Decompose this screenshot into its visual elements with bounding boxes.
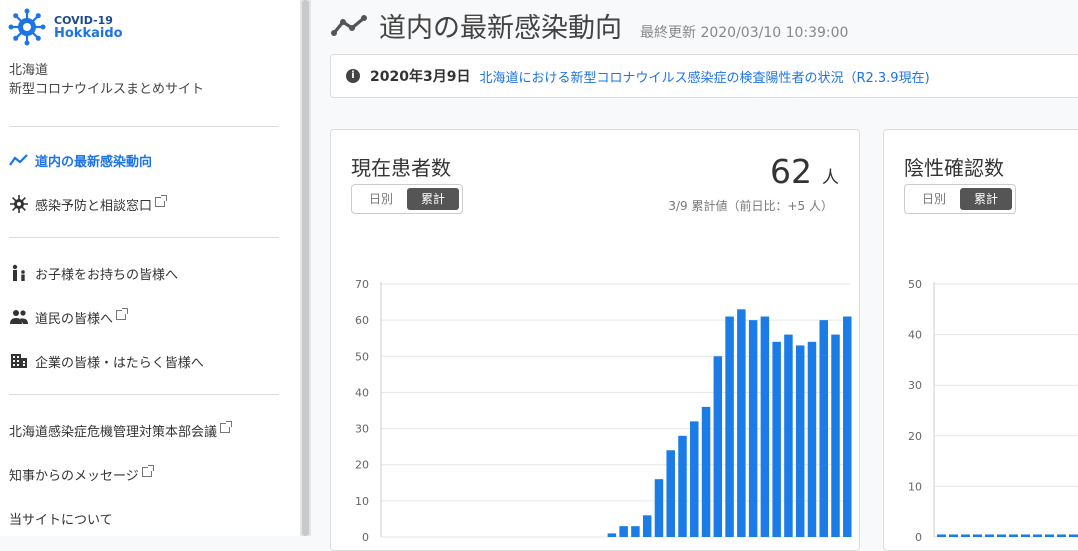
- bar[interactable]: [760, 316, 770, 537]
- nav-item-prevention[interactable]: 感染予防と相談窓口: [9, 193, 168, 215]
- nav-label: 道内の最新感染動向: [35, 154, 153, 170]
- y-tick-label: 60: [355, 314, 369, 327]
- divider: [9, 394, 279, 395]
- y-tick-label: 0: [915, 531, 922, 544]
- virus-logo-icon: [8, 8, 46, 46]
- y-tick-label: 10: [908, 480, 922, 493]
- notice-banner: i 2020年3月9日 北海道における新型コロナウイルス感染症の検査陽性者の状況…: [330, 54, 1078, 98]
- bar[interactable]: [713, 356, 723, 537]
- bar[interactable]: [748, 320, 758, 537]
- bar[interactable]: [690, 421, 699, 537]
- parent-child-icon: [9, 263, 29, 283]
- page-title: 道内の最新感染動向: [379, 13, 622, 44]
- logo-line2: Hokkaido: [54, 26, 123, 41]
- external-link-icon: [141, 465, 154, 477]
- nav-item-governor-message[interactable]: 知事からのメッセージ: [9, 463, 154, 485]
- y-tick-label: 30: [355, 423, 369, 436]
- bar[interactable]: [642, 515, 652, 537]
- bar[interactable]: [666, 450, 675, 537]
- y-tick-label: 40: [355, 386, 369, 399]
- people-icon: [9, 307, 29, 327]
- bar[interactable]: [631, 526, 640, 537]
- bar[interactable]: [819, 320, 828, 537]
- notice-date: 2020年3月9日: [370, 69, 471, 85]
- site-title-line2: 新型コロナウイルスまとめサイト: [9, 82, 205, 97]
- bar[interactable]: [843, 316, 852, 537]
- page-header: 道内の最新感染動向 最終更新 2020/03/10 10:39:00: [331, 6, 848, 45]
- bar[interactable]: [807, 341, 817, 537]
- notice-link[interactable]: 北海道における新型コロナウイルス感染症の検査陽性者の状況（R2.3.9現在): [479, 67, 929, 86]
- bar[interactable]: [607, 533, 617, 537]
- site-logo[interactable]: COVID-19 Hokkaido: [8, 8, 123, 46]
- external-link-icon: [220, 421, 233, 433]
- bar[interactable]: [619, 526, 628, 537]
- y-tick-label: 70: [355, 278, 369, 291]
- bar[interactable]: [654, 479, 664, 537]
- nav-item-residents[interactable]: 道民の皆様へ: [9, 306, 129, 328]
- site-title: 北海道 新型コロナウイルスまとめサイト: [9, 61, 204, 99]
- y-tick-label: 10: [355, 495, 369, 508]
- last-updated: 最終更新 2020/03/10 10:39:00: [640, 24, 849, 41]
- nav-label: お子様をお持ちの皆様へ: [35, 267, 179, 283]
- divider: [9, 237, 279, 238]
- sidebar: COVID-19 Hokkaido 北海道 新型コロナウイルスまとめサイト 道内…: [0, 0, 300, 536]
- nav-label: 当サイトについて: [9, 512, 113, 528]
- bar[interactable]: [795, 345, 805, 537]
- external-link-icon: [116, 308, 129, 320]
- nav-label: 道民の皆様へ: [35, 311, 114, 327]
- bar[interactable]: [737, 309, 746, 537]
- nav-item-businesses[interactable]: 企業の皆様・はたらく皆様へ: [9, 350, 204, 372]
- nav-item-about[interactable]: 当サイトについて: [9, 507, 113, 529]
- external-link-icon: [155, 195, 168, 207]
- bar[interactable]: [831, 334, 840, 537]
- trend-icon: [9, 150, 29, 170]
- y-tick-label: 50: [355, 350, 369, 363]
- patients-bar-chart: 0 10 20 30 40 50 60 70: [355, 278, 852, 544]
- y-tick-label: 50: [908, 278, 922, 291]
- bar[interactable]: [701, 406, 711, 537]
- site-title-line1: 北海道: [9, 63, 49, 78]
- nav-item-trends[interactable]: 道内の最新感染動向: [9, 149, 152, 171]
- divider: [9, 126, 279, 127]
- info-icon: i: [346, 69, 360, 83]
- nav-label: 企業の皆様・はたらく皆様へ: [35, 355, 204, 371]
- negative-card: 陰性確認数 日別 累計 0 10 20 30 40 50: [883, 129, 1078, 551]
- y-tick-label: 40: [908, 329, 922, 342]
- negative-bar-chart: 0 10 20 30 40 50: [908, 278, 1078, 544]
- building-icon: [9, 351, 29, 371]
- nav-label: 感染予防と相談窓口: [35, 198, 153, 214]
- y-tick-label: 30: [908, 379, 922, 392]
- nav-label: 知事からのメッセージ: [9, 468, 139, 484]
- y-tick-label: 0: [362, 531, 369, 544]
- bar[interactable]: [784, 334, 793, 537]
- virus-icon: [9, 194, 29, 214]
- sidebar-scrollbar[interactable]: [300, 0, 311, 536]
- y-tick-label: 20: [355, 459, 369, 472]
- nav-label: 北海道感染症危機管理対策本部会議: [9, 424, 218, 440]
- bar[interactable]: [678, 435, 687, 537]
- main-content: 道内の最新感染動向 最終更新 2020/03/10 10:39:00 i 202…: [311, 0, 1078, 551]
- patients-card: 現在患者数 日別 累計 62 人 3/9 累計値（前日比：+5 人） 0 10 20 3…: [330, 129, 860, 551]
- scrollbar-thumb[interactable]: [302, 0, 309, 536]
- bar[interactable]: [772, 341, 781, 537]
- trend-icon: [331, 14, 367, 36]
- bar[interactable]: [725, 316, 734, 537]
- y-tick-label: 20: [908, 430, 922, 443]
- nav-item-families[interactable]: お子様をお持ちの皆様へ: [9, 262, 178, 284]
- nav-item-hq-meeting[interactable]: 北海道感染症危機管理対策本部会議: [9, 419, 233, 441]
